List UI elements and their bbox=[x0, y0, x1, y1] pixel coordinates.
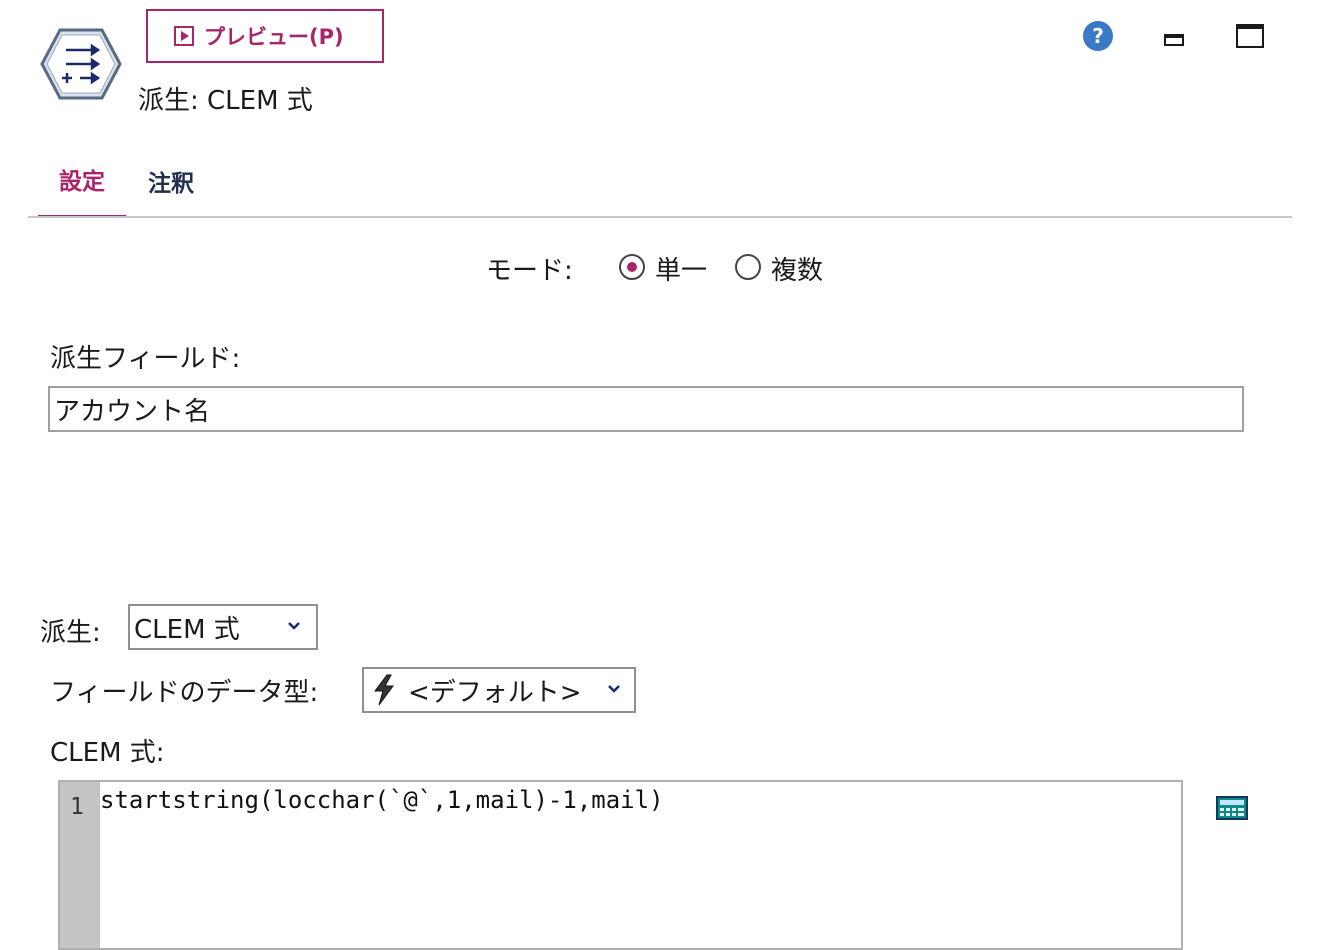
mode-multiple-label[interactable]: 複数 bbox=[771, 250, 823, 287]
line-number: 1 bbox=[70, 794, 84, 820]
maximize-icon[interactable] bbox=[1236, 24, 1264, 48]
mode-single-radio[interactable] bbox=[619, 254, 645, 280]
lightning-icon bbox=[374, 674, 394, 706]
derive-as-label: 派生: bbox=[40, 618, 101, 648]
derive-as-value: CLEM 式 bbox=[134, 614, 240, 645]
field-type-value: <デフォルト> bbox=[408, 677, 582, 708]
calculator-icon[interactable] bbox=[1216, 796, 1248, 820]
line-number-gutter: 1 bbox=[60, 782, 100, 948]
mode-label: モード: bbox=[486, 256, 573, 286]
field-type-label: フィールドのデータ型: bbox=[50, 678, 319, 708]
minimize-icon[interactable] bbox=[1164, 34, 1184, 46]
derive-field-label: 派生フィールド: bbox=[50, 344, 241, 374]
derive-as-select[interactable]: CLEM 式 bbox=[128, 604, 318, 650]
play-icon bbox=[174, 26, 194, 46]
tab-divider bbox=[28, 216, 1292, 218]
radio-selected-dot bbox=[627, 262, 637, 272]
svg-text:?: ? bbox=[1092, 24, 1104, 48]
field-type-select[interactable]: <デフォルト> bbox=[362, 667, 636, 713]
node-title: 派生: CLEM 式 bbox=[138, 86, 313, 116]
derive-field-input[interactable] bbox=[48, 386, 1244, 432]
tab-annotation[interactable]: 注釈 bbox=[136, 154, 206, 218]
clem-expression-editor[interactable]: 1 startstring(locchar(`@`,1,mail)-1,mail… bbox=[58, 780, 1183, 950]
clem-expression-label: CLEM 式: bbox=[50, 738, 165, 768]
chevron-down-icon bbox=[288, 622, 300, 630]
mode-single-label[interactable]: 単一 bbox=[655, 250, 707, 287]
mode-multiple-radio[interactable] bbox=[735, 254, 761, 280]
help-icon[interactable]: ? bbox=[1082, 20, 1114, 52]
preview-button[interactable]: プレビュー(P) bbox=[146, 9, 384, 63]
preview-button-label: プレビュー(P) bbox=[204, 25, 344, 49]
expression-code[interactable]: startstring(locchar(`@`,1,mail)-1,mail) bbox=[100, 786, 664, 814]
derive-node-icon bbox=[40, 28, 122, 100]
tab-settings[interactable]: 設定 bbox=[38, 154, 126, 218]
chevron-down-icon bbox=[608, 685, 620, 693]
